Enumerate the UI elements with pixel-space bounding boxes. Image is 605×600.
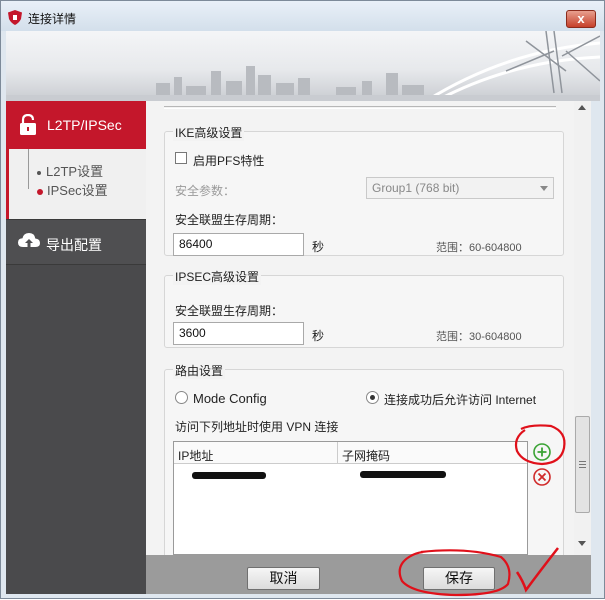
lifetime-label: 安全联盟生存周期：: [175, 213, 284, 227]
mode-config-radio[interactable]: [175, 391, 188, 404]
group-title: 路由设置: [173, 362, 226, 379]
lock-icon: [20, 114, 36, 135]
remove-circle-icon[interactable]: [532, 467, 552, 487]
nav-item-export-config[interactable]: 导出配置: [6, 219, 146, 265]
nav-item-label: L2TP/IPSec: [47, 117, 122, 133]
allow-internet-radio[interactable]: [366, 391, 379, 404]
divider: [164, 106, 556, 109]
nav-subitem-l2tp-settings[interactable]: L2TP设置: [37, 161, 103, 180]
nav-item-label: 导出配置: [46, 237, 102, 253]
pfs-label: 启用PFS特性: [193, 154, 265, 168]
vertical-scrollbar[interactable]: [574, 101, 591, 555]
table-header: IP地址 子网掩码: [174, 442, 527, 464]
connection-details-window: 连接详情 x L2TP/IPSec L2TP设置 IPSec设置 导出配置 IK…: [0, 0, 605, 599]
ipsec-advanced-group: IPSEC高级设置 安全联盟生存周期： 3600 秒 范围：30-604800: [164, 268, 564, 348]
ike-advanced-group: IKE高级设置 启用PFS特性 安全参数： Group1 (768 bit) 安…: [164, 124, 564, 256]
pfs-checkbox[interactable]: [175, 152, 187, 164]
scroll-down-icon[interactable]: [578, 541, 586, 546]
allow-internet-label: 连接成功后允许访问 Internet: [384, 393, 537, 407]
header-banner: [6, 31, 600, 101]
unit-label: 秒: [312, 240, 325, 254]
group-title: IPSEC高级设置: [173, 268, 262, 285]
grip-line: [579, 467, 586, 468]
left-nav: L2TP/IPSec L2TP设置 IPSec设置 导出配置: [6, 101, 146, 594]
ipsec-lifetime-input[interactable]: 3600: [173, 322, 304, 345]
cancel-button[interactable]: 取消: [247, 567, 320, 590]
security-param-select[interactable]: Group1 (768 bit): [366, 177, 554, 199]
close-button[interactable]: x: [566, 10, 596, 28]
city-skyline-graphic: [6, 31, 600, 101]
cloud-upload-icon: [18, 233, 40, 248]
grip-line: [579, 461, 586, 462]
title-bar: 连接详情 x: [1, 1, 604, 31]
shield-icon: [8, 10, 22, 25]
mode-config-label: Mode Config: [193, 391, 267, 406]
footer-bar: 取消 保存: [146, 555, 591, 594]
vpn-list-label: 访问下列地址时使用 VPN 连接: [175, 420, 339, 434]
column-header-ip: IP地址: [178, 449, 214, 463]
vpn-route-table[interactable]: IP地址 子网掩码: [173, 441, 528, 555]
save-button[interactable]: 保存: [423, 567, 495, 590]
nav-subitems: L2TP设置 IPSec设置: [6, 149, 146, 219]
redacted-ip: [192, 472, 266, 479]
nav-item-l2tp-ipsec[interactable]: L2TP/IPSec: [6, 101, 146, 149]
unit-label: 秒: [312, 329, 325, 343]
chevron-down-icon: [540, 186, 548, 191]
nav-subitem-label: L2TP设置: [46, 164, 104, 179]
bullet-icon: [37, 170, 41, 175]
scroll-thumb[interactable]: [575, 416, 590, 513]
lifetime-label: 安全联盟生存周期：: [175, 304, 284, 318]
security-param-label: 安全参数：: [175, 184, 236, 198]
nav-subitem-label: IPSec设置: [47, 183, 108, 198]
security-param-value: Group1 (768 bit): [372, 181, 460, 195]
group-title: IKE高级设置: [173, 124, 245, 141]
range-hint: 范围：30-604800: [436, 331, 522, 343]
column-header-mask: 子网掩码: [342, 449, 391, 463]
ike-lifetime-input[interactable]: 86400: [173, 233, 304, 256]
column-separator: [337, 442, 338, 464]
window-title: 连接详情: [28, 12, 77, 26]
redacted-mask: [360, 471, 446, 478]
add-circle-icon[interactable]: [532, 442, 552, 462]
settings-panel: IKE高级设置 启用PFS特性 安全参数： Group1 (768 bit) 安…: [146, 101, 574, 555]
range-hint: 范围：60-604800: [436, 242, 522, 254]
active-dot-icon: [37, 188, 43, 195]
scroll-up-icon[interactable]: [578, 105, 586, 110]
tree-line: [28, 149, 29, 189]
grip-line: [579, 464, 586, 465]
nav-subitem-ipsec-settings[interactable]: IPSec设置: [37, 180, 108, 199]
table-row[interactable]: [174, 465, 527, 485]
